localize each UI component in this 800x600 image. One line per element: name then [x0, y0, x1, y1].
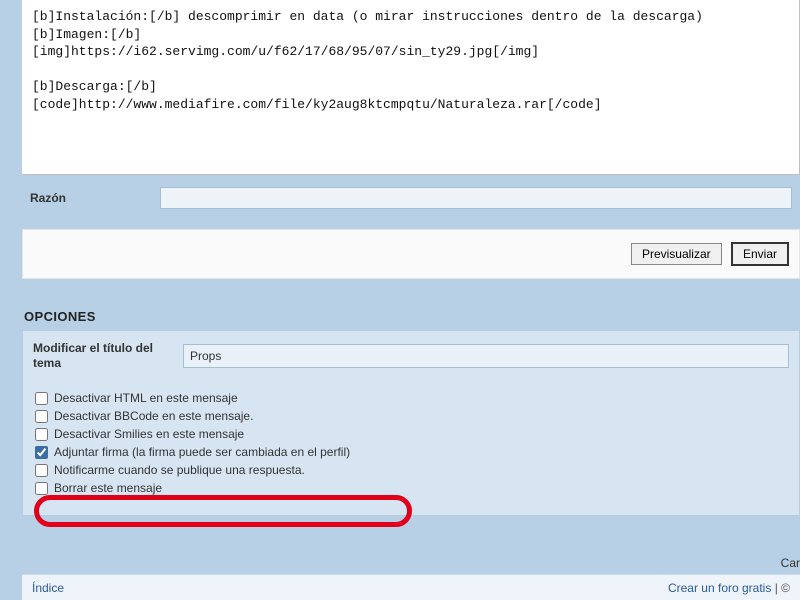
- footer-sep: | ©: [771, 581, 790, 595]
- check-notify-label: Notificarme cuando se publique una respu…: [54, 463, 305, 477]
- options-box: Modificar el título del tema Desactivar …: [22, 330, 800, 516]
- reason-input[interactable]: [160, 187, 792, 209]
- reason-label: Razón: [30, 191, 160, 205]
- check-bbcode-label: Desactivar BBCode en este mensaje.: [54, 409, 253, 423]
- footer-index-link[interactable]: Índice: [32, 581, 64, 595]
- check-html-label: Desactivar HTML en este mensaje: [54, 391, 238, 405]
- check-smilies-label: Desactivar Smilies en este mensaje: [54, 427, 244, 441]
- check-delete[interactable]: Borrar este mensaje: [35, 479, 789, 497]
- check-signature-box[interactable]: [35, 446, 48, 459]
- submit-button[interactable]: Enviar: [731, 242, 789, 266]
- check-smilies[interactable]: Desactivar Smilies en este mensaje: [35, 425, 789, 443]
- preview-button[interactable]: Previsualizar: [631, 243, 722, 265]
- reason-row: Razón: [22, 175, 800, 223]
- message-textarea[interactable]: [b]Instalación:[/b] descomprimir en data…: [22, 0, 800, 175]
- footer-right: Crear un foro gratis | ©: [668, 581, 790, 595]
- check-html-box[interactable]: [35, 392, 48, 405]
- check-signature-label: Adjuntar firma (la firma puede ser cambi…: [54, 445, 350, 459]
- check-delete-box[interactable]: [35, 482, 48, 495]
- check-smilies-box[interactable]: [35, 428, 48, 441]
- modify-title-label: Modificar el título del tema: [33, 341, 183, 371]
- footer-bar: Índice Crear un foro gratis | ©: [22, 574, 800, 600]
- options-section: OPCIONES Modificar el título del tema De…: [22, 309, 800, 516]
- check-notify[interactable]: Notificarme cuando se publique una respu…: [35, 461, 789, 479]
- options-heading: OPCIONES: [22, 309, 800, 324]
- check-signature[interactable]: Adjuntar firma (la firma puede ser cambi…: [35, 443, 789, 461]
- check-bbcode-box[interactable]: [35, 410, 48, 423]
- cut-text-right: Car: [781, 556, 800, 570]
- modify-title-row: Modificar el título del tema: [33, 341, 789, 371]
- check-delete-label: Borrar este mensaje: [54, 481, 162, 495]
- check-bbcode[interactable]: Desactivar BBCode en este mensaje.: [35, 407, 789, 425]
- footer-create-forum-link[interactable]: Crear un foro gratis: [668, 581, 771, 595]
- modify-title-input[interactable]: [183, 344, 789, 368]
- options-checklist: Desactivar HTML en este mensaje Desactiv…: [35, 389, 789, 497]
- check-html[interactable]: Desactivar HTML en este mensaje: [35, 389, 789, 407]
- check-notify-box[interactable]: [35, 464, 48, 477]
- submit-bar: Previsualizar Enviar: [22, 229, 800, 279]
